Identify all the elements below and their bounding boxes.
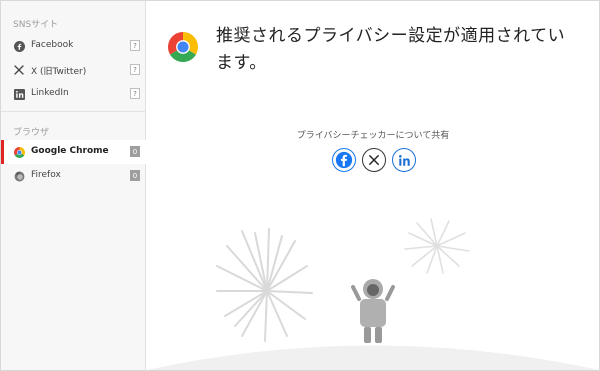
- share-buttons: [332, 148, 416, 172]
- facebook-share-icon: [335, 151, 353, 169]
- firework-right: [404, 218, 470, 274]
- facebook-icon: [13, 40, 25, 52]
- sidebar-item-facebook[interactable]: Facebook ?: [1, 34, 146, 58]
- x-share-button[interactable]: [362, 148, 386, 172]
- sidebar-item-label: LinkedIn: [31, 88, 69, 98]
- share-label: プライバシーチェッカーについて共有: [296, 131, 450, 141]
- sns-section-title: SNSサイト: [13, 20, 59, 30]
- section-divider: [1, 111, 146, 112]
- sidebar: SNSサイト Facebook ? X (旧Twitter) ? LinkedI…: [1, 1, 146, 370]
- celebration-illustration: [147, 218, 599, 370]
- status-badge: ?: [130, 64, 140, 75]
- page-title: 推奨されるプライバシー設定が適用されています。: [216, 26, 566, 73]
- sidebar-item-x[interactable]: X (旧Twitter) ?: [1, 58, 146, 82]
- chrome-icon: [13, 146, 25, 158]
- sidebar-item-google-chrome[interactable]: Google Chrome 0: [1, 140, 146, 164]
- status-badge: 0: [130, 170, 140, 181]
- linkedin-share-icon: [398, 154, 410, 166]
- sidebar-item-label: Firefox: [31, 170, 61, 180]
- status-badge: 0: [130, 146, 140, 157]
- sidebar-item-label: Facebook: [31, 40, 74, 50]
- main-panel: 推奨されるプライバシー設定が適用されています。 プライバシーチェッカーについて共…: [147, 1, 599, 370]
- linkedin-share-button[interactable]: [392, 148, 416, 172]
- astronaut-figure: [351, 279, 395, 343]
- firefox-icon: [13, 170, 25, 182]
- sidebar-item-linkedin[interactable]: LinkedIn ?: [1, 82, 146, 106]
- ground-hill: [147, 345, 599, 370]
- chrome-logo-icon: [168, 32, 198, 62]
- status-badge: ?: [130, 40, 140, 51]
- firework-left: [216, 228, 313, 342]
- browser-section-title: ブラウザ: [13, 128, 50, 138]
- x-icon: [13, 64, 25, 76]
- sidebar-item-label: X (旧Twitter): [31, 67, 87, 77]
- facebook-share-button[interactable]: [332, 148, 356, 172]
- sidebar-item-firefox[interactable]: Firefox 0: [1, 164, 146, 188]
- status-badge: ?: [130, 88, 140, 99]
- x-share-icon: [369, 155, 379, 165]
- sidebar-item-label: Google Chrome: [31, 146, 109, 156]
- linkedin-icon: [13, 88, 25, 100]
